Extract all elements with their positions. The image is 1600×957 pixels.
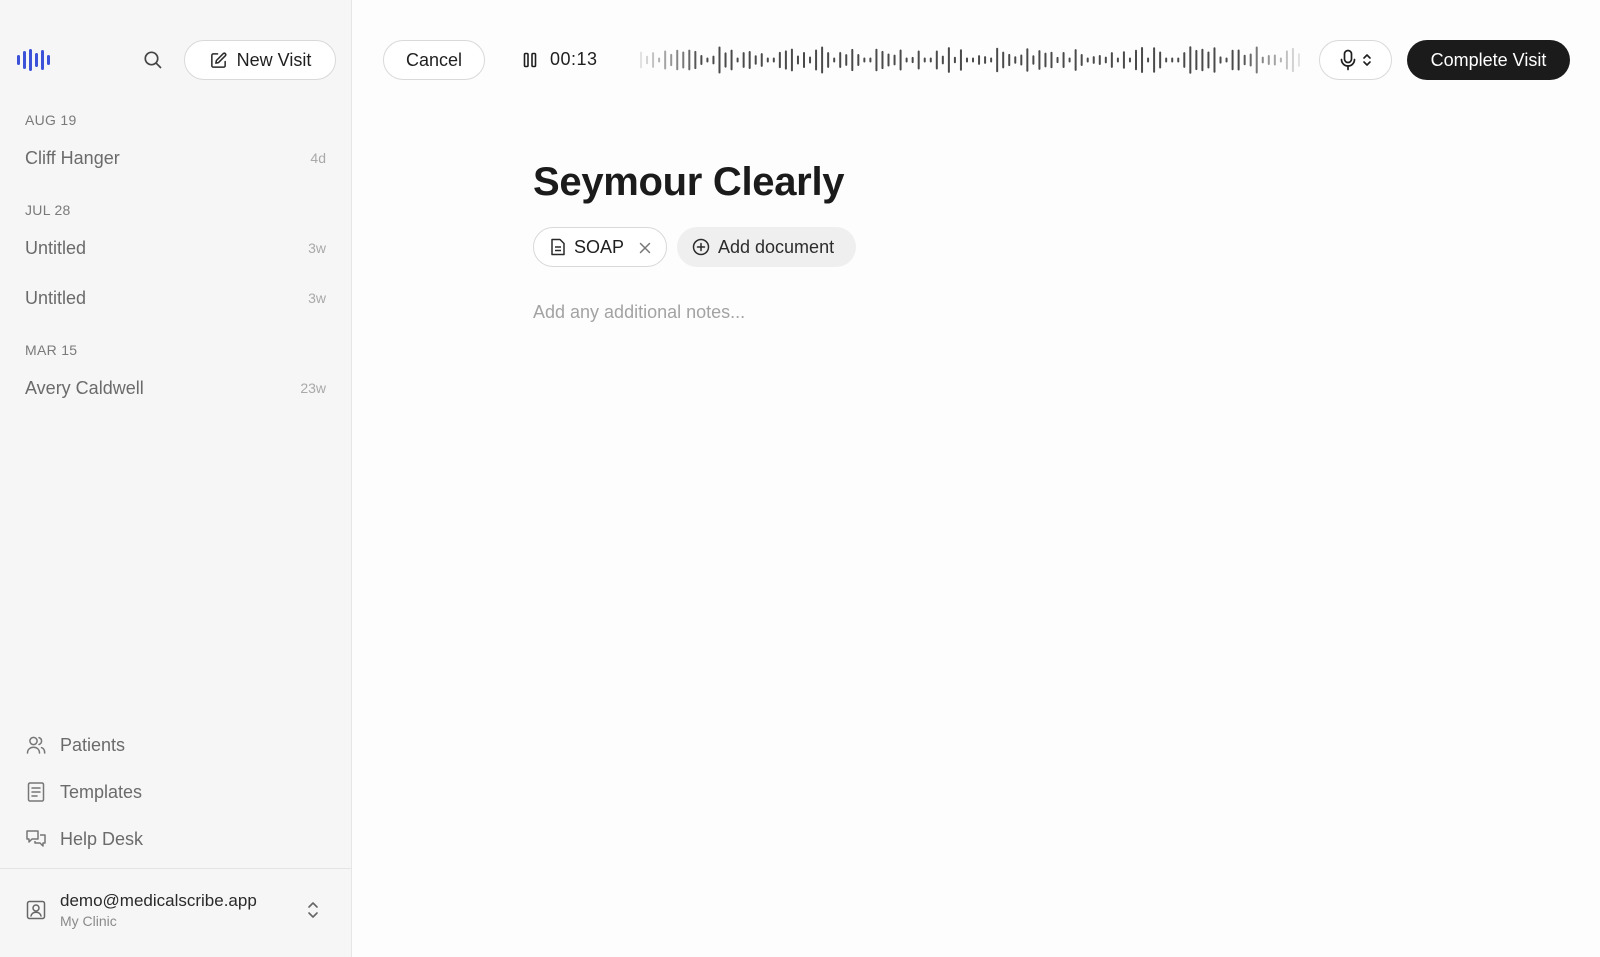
sidebar: New Visit AUG 19 Cliff Hanger 4d JUL 28 … — [0, 0, 352, 957]
visit-name: Avery Caldwell — [25, 377, 144, 398]
chevron-up-down-icon — [306, 900, 320, 925]
sidebar-item-templates[interactable]: Templates — [12, 772, 340, 812]
visit-age: 3w — [308, 240, 326, 256]
visit-name: Cliff Hanger — [25, 147, 120, 168]
add-document-label: Add document — [718, 236, 835, 257]
user-profile-icon — [25, 899, 47, 921]
users-icon — [25, 734, 47, 756]
sidebar-divider — [0, 868, 352, 869]
remove-document-button[interactable] — [636, 239, 654, 257]
visit-list-item[interactable]: Avery Caldwell 23w — [12, 368, 340, 408]
search-button[interactable] — [141, 48, 165, 72]
app-logo-icon — [17, 49, 50, 71]
pause-button[interactable] — [520, 50, 540, 70]
visit-group-date: AUG 19 — [25, 112, 77, 128]
close-icon — [639, 242, 651, 254]
pause-icon — [523, 52, 537, 68]
sidebar-item-help-desk[interactable]: Help Desk — [12, 819, 340, 859]
visit-age: 3w — [308, 290, 326, 306]
sidebar-item-patients[interactable]: Patients — [12, 725, 340, 765]
add-document-button[interactable]: Add document — [677, 227, 856, 267]
document-icon — [551, 238, 565, 256]
account-email: demo@medicalscribe.app — [60, 891, 257, 910]
microphone-select-button[interactable] — [1319, 40, 1392, 80]
new-visit-button[interactable]: New Visit — [184, 40, 336, 80]
document-list-icon — [25, 781, 47, 803]
visit-name: Untitled — [25, 287, 87, 308]
visit-group-date: MAR 15 — [25, 342, 78, 358]
additional-notes-input[interactable] — [533, 297, 1433, 327]
recording-timer: 00:13 — [550, 49, 598, 69]
edit-icon — [210, 51, 227, 68]
account-clinic: My Clinic — [60, 913, 117, 929]
account-switcher[interactable]: demo@medicalscribe.app My Clinic — [12, 880, 340, 940]
chat-bubbles-icon — [25, 828, 47, 850]
cancel-button[interactable]: Cancel — [383, 40, 485, 80]
plus-circle-icon — [692, 238, 710, 256]
new-visit-label: New Visit — [236, 49, 312, 70]
patient-name-title: Seymour Clearly — [533, 160, 845, 204]
visit-name: Untitled — [25, 237, 87, 258]
document-chip-soap[interactable]: SOAP — [533, 227, 667, 267]
audio-waveform — [640, 46, 1300, 74]
sidebar-item-label: Templates — [60, 781, 143, 802]
visit-age: 23w — [300, 380, 326, 396]
sidebar-item-label: Help Desk — [60, 828, 144, 849]
complete-visit-button[interactable]: Complete Visit — [1407, 40, 1570, 80]
chevron-up-down-icon — [1362, 54, 1371, 66]
visit-group-date: JUL 28 — [25, 202, 71, 218]
microphone-icon — [1340, 49, 1355, 71]
visit-list-item[interactable]: Cliff Hanger 4d — [12, 138, 340, 178]
visit-list-item[interactable]: Untitled 3w — [12, 228, 340, 268]
visit-list-item[interactable]: Untitled 3w — [12, 278, 340, 318]
account-details: demo@medicalscribe.app My Clinic — [60, 891, 257, 929]
visit-age: 4d — [310, 150, 326, 166]
search-icon — [144, 51, 162, 69]
sidebar-item-label: Patients — [60, 734, 126, 755]
document-chip-label: SOAP — [574, 236, 625, 257]
sidebar-header: New Visit — [0, 40, 352, 80]
